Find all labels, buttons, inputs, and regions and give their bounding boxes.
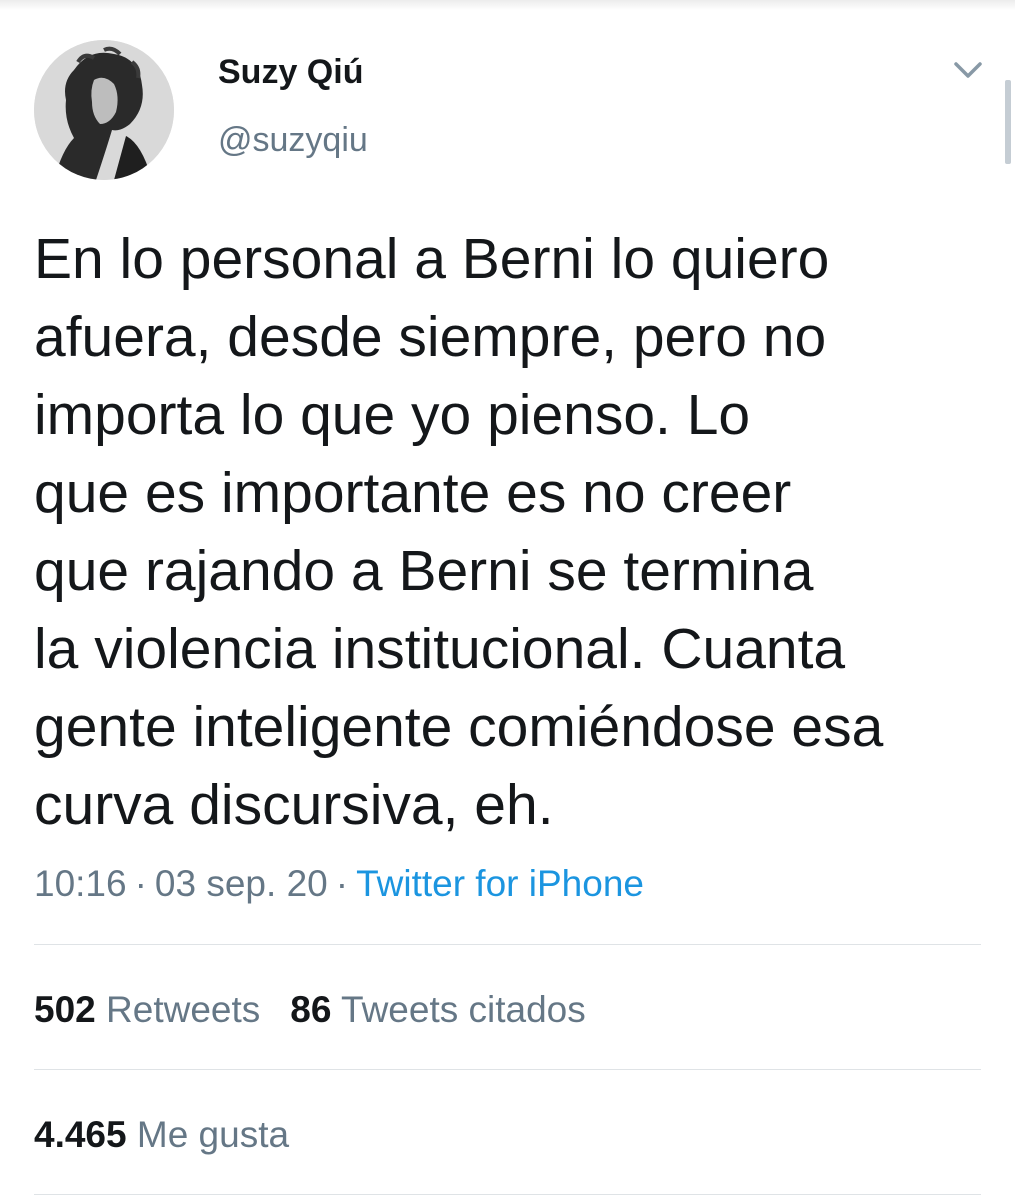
tweet-text-line: que rajando a Berni se termina <box>34 539 814 603</box>
divider <box>34 944 981 945</box>
tweet-text-line: la violencia institucional. Cuanta <box>34 617 846 681</box>
retweet-quote-stats: 502 Retweets 86 Tweets citados <box>34 988 586 1032</box>
quotes-label: Tweets citados <box>341 989 586 1030</box>
avatar[interactable] <box>34 40 174 180</box>
tweet-text: En lo personal a Berni lo quiero afuera,… <box>34 220 994 844</box>
likes-count: 4.465 <box>34 1114 127 1155</box>
chevron-down-icon[interactable] <box>948 56 988 86</box>
likes-label: Me gusta <box>136 1114 290 1155</box>
display-name[interactable]: Suzy Qiú <box>218 52 363 92</box>
divider <box>34 1069 981 1070</box>
divider <box>34 1194 981 1195</box>
tweet-text-line: importa lo que yo pienso. Lo <box>34 383 751 447</box>
likes-stat[interactable]: 4.465 Me gusta <box>34 1114 289 1155</box>
tweet-source-link[interactable]: Twitter for iPhone <box>356 863 644 904</box>
quotes-stat[interactable]: 86 Tweets citados <box>290 989 586 1030</box>
scrollbar[interactable] <box>1005 80 1011 164</box>
tweet-date[interactable]: 03 sep. 20 <box>155 863 328 904</box>
retweets-label: Retweets <box>106 989 261 1030</box>
meta-separator: · <box>134 863 147 904</box>
tweet-text-line: gente inteligente comiéndose esa <box>34 695 884 759</box>
tweet-text-line: En lo personal a Berni lo quiero <box>34 227 830 291</box>
tweet-text-line: curva discursiva, eh. <box>34 773 554 837</box>
meta-separator: · <box>335 863 349 904</box>
tweet-text-line: afuera, desde siempre, pero no <box>34 305 827 369</box>
quotes-count: 86 <box>290 989 332 1030</box>
user-handle[interactable]: @suzyqiu <box>218 120 368 160</box>
tweet-meta: 10:16 · 03 sep. 20 · Twitter for iPhone <box>34 862 644 906</box>
retweets-count: 502 <box>34 989 96 1030</box>
tweet-time[interactable]: 10:16 <box>34 863 127 904</box>
profile-photo <box>34 40 174 180</box>
likes-stats: 4.465 Me gusta <box>34 1113 289 1157</box>
top-edge-shadow <box>0 0 1015 10</box>
tweet-text-line: que es importante es no creer <box>34 461 792 525</box>
retweets-stat[interactable]: 502 Retweets <box>34 989 260 1030</box>
